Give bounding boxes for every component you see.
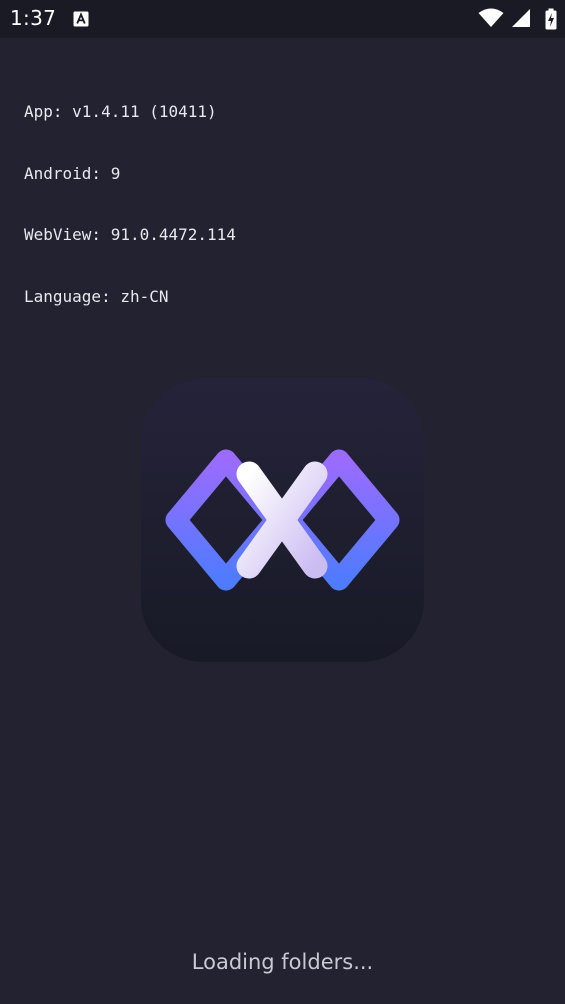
battery-charging-icon bbox=[545, 8, 557, 30]
android-version-line: Android: 9 bbox=[24, 163, 121, 183]
wifi-icon bbox=[478, 8, 504, 27]
app-logo-icon bbox=[165, 449, 400, 591]
webview-version-line: WebView: 91.0.4472.114 bbox=[24, 225, 236, 244]
app-version-line: App: v1.4.11 (10411) bbox=[24, 102, 217, 121]
language-line: Language: zh-CN bbox=[24, 286, 169, 306]
loading-status: Loading folders... bbox=[191, 950, 374, 974]
a-notification-icon bbox=[73, 11, 89, 27]
status-bar: 1:37 bbox=[0, 0, 565, 38]
cellular-signal-icon bbox=[512, 9, 530, 27]
app-logo bbox=[141, 379, 424, 662]
status-time: 1:37 bbox=[10, 6, 57, 30]
debug-info: App: v1.4.11 (10411) Android: 9 WebView:… bbox=[24, 61, 236, 328]
